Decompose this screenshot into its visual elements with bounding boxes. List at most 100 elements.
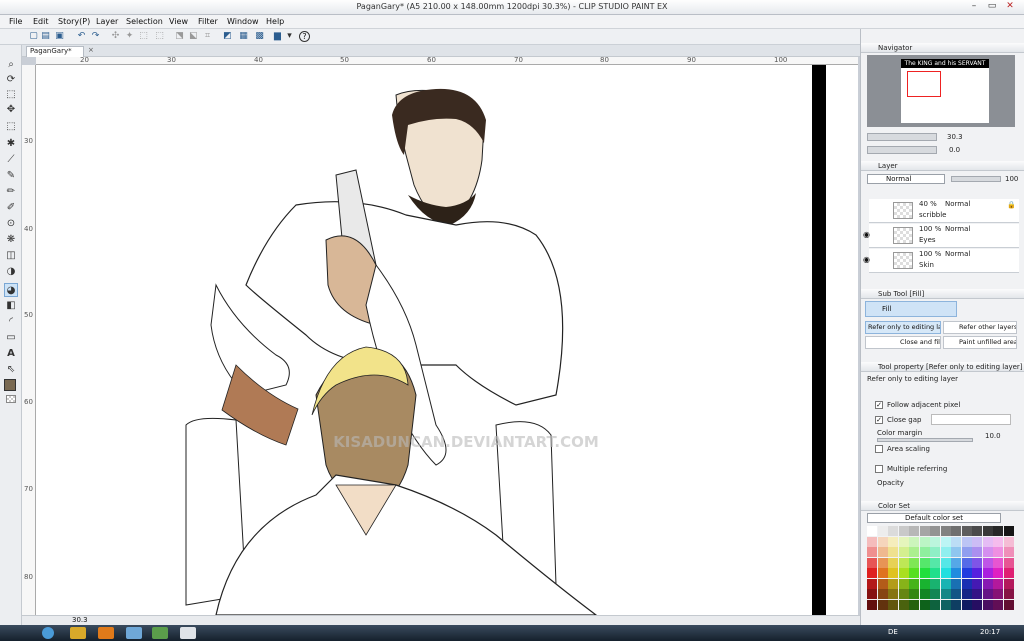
navigator-header[interactable]: Navigator	[861, 43, 1024, 53]
zoom-slider[interactable]	[867, 133, 937, 141]
subtool-item[interactable]: Refer other layers	[943, 321, 1017, 334]
color-swatch[interactable]	[867, 589, 877, 599]
color-swatch[interactable]	[961, 536, 972, 547]
color-swatch[interactable]	[940, 589, 951, 599]
color-swatch[interactable]	[1003, 568, 1014, 578]
color-swatch[interactable]	[993, 568, 1003, 578]
auto-select-icon[interactable]: ✱	[4, 137, 18, 151]
chevron-down-icon[interactable]: ▾	[284, 31, 295, 42]
airbrush-icon[interactable]: ⊙	[4, 217, 18, 231]
scale-icon[interactable]: ⬚	[154, 31, 165, 42]
color-swatch[interactable]	[909, 589, 919, 599]
color-swatch[interactable]	[888, 557, 898, 568]
color-swatch[interactable]	[898, 578, 909, 589]
navigator-zoom-value[interactable]: 30.3	[947, 133, 963, 141]
menu-help[interactable]: Help	[266, 16, 284, 28]
color-swatch[interactable]	[982, 589, 993, 599]
color-swatch[interactable]	[982, 568, 993, 578]
color-swatch[interactable]	[867, 568, 877, 578]
new-file-icon[interactable]: ▢	[28, 31, 39, 42]
color-swatch[interactable]	[909, 599, 919, 610]
color-margin-slider[interactable]	[877, 438, 973, 442]
color-swatch[interactable]	[877, 526, 888, 536]
color-swatch[interactable]	[867, 557, 877, 568]
color-swatch[interactable]	[982, 599, 993, 610]
color-swatch[interactable]	[993, 536, 1003, 547]
color-swatch[interactable]	[961, 589, 972, 599]
color-swatch[interactable]	[951, 589, 961, 599]
color-swatch[interactable]	[951, 547, 961, 557]
operation-tool-icon[interactable]: ⇖	[4, 363, 18, 377]
crop-icon[interactable]: ⌗	[202, 31, 213, 42]
color-swatch[interactable]	[982, 578, 993, 589]
color-swatch[interactable]	[867, 599, 877, 610]
undo-icon[interactable]: ↶	[76, 31, 87, 42]
subtool-item[interactable]: Paint unfilled area	[943, 336, 1017, 349]
figure-tool-icon[interactable]: ◜	[4, 315, 18, 329]
color-swatch[interactable]	[972, 557, 982, 568]
close-gap-checkbox[interactable]: ✓	[875, 416, 883, 424]
tool-property-header[interactable]: Tool property [Refer only to editing lay…	[861, 362, 1024, 372]
eraser-icon[interactable]: ◫	[4, 249, 18, 263]
layer-row[interactable]: ◉ 100 % Normal Eyes	[863, 224, 1019, 248]
color-swatch[interactable]	[919, 547, 930, 557]
color-swatch[interactable]	[972, 568, 982, 578]
color-swatch[interactable]	[972, 547, 982, 557]
redo-icon[interactable]: ↷	[90, 31, 101, 42]
color-swatch[interactable]	[877, 547, 888, 557]
color-swatch[interactable]	[909, 557, 919, 568]
color-swatch[interactable]	[888, 568, 898, 578]
layer-opacity-slider[interactable]	[951, 176, 1001, 182]
color-swatch[interactable]	[951, 578, 961, 589]
media-taskbar-icon[interactable]	[98, 627, 114, 639]
color-swatch[interactable]	[951, 526, 961, 536]
menu-file[interactable]: File	[9, 16, 22, 28]
color-swatch[interactable]	[909, 536, 919, 547]
transparent-color-icon[interactable]	[6, 395, 16, 403]
open-file-icon[interactable]: ▤	[40, 31, 51, 42]
move-layer-icon[interactable]: ✥	[4, 103, 18, 117]
color-swatch[interactable]	[930, 526, 940, 536]
color-swatch[interactable]	[982, 536, 993, 547]
pen-tool-icon[interactable]: ✎	[4, 169, 18, 183]
rotation-slider[interactable]	[867, 146, 937, 154]
rotate-tool-icon[interactable]: ⟳	[4, 73, 18, 87]
color-swatch[interactable]	[951, 568, 961, 578]
menu-window[interactable]: Window	[227, 16, 259, 28]
color-swatch[interactable]	[940, 599, 951, 610]
follow-adjacent-checkbox[interactable]: ✓	[875, 401, 883, 409]
color-swatch[interactable]	[930, 578, 940, 589]
color-swatch[interactable]	[888, 599, 898, 610]
layer-row[interactable]: ◉ 100 % Normal Skin	[863, 249, 1019, 273]
menu-story[interactable]: Story(P)	[58, 16, 90, 28]
color-swatch[interactable]	[961, 568, 972, 578]
color-swatch[interactable]	[972, 589, 982, 599]
color-swatch[interactable]	[940, 568, 951, 578]
color-swatch[interactable]	[919, 599, 930, 610]
menu-edit[interactable]: Edit	[33, 16, 49, 28]
help-icon[interactable]: ?	[299, 31, 310, 42]
start-button-icon[interactable]	[42, 627, 54, 639]
color-swatch[interactable]	[919, 557, 930, 568]
navigator-rotation-value[interactable]: 0.0	[949, 146, 960, 154]
area-scaling-checkbox[interactable]	[875, 445, 883, 453]
color-swatch[interactable]	[909, 526, 919, 536]
color-swatch[interactable]	[1003, 526, 1014, 536]
color-swatch[interactable]	[898, 568, 909, 578]
color-swatch[interactable]	[972, 536, 982, 547]
color-swatch[interactable]	[898, 557, 909, 568]
color-swatch[interactable]	[940, 557, 951, 568]
color-swatch[interactable]	[1003, 589, 1014, 599]
color-swatch[interactable]	[888, 536, 898, 547]
color-swatch[interactable]	[867, 547, 877, 557]
color-swatch[interactable]	[867, 526, 877, 536]
color-swatch[interactable]	[940, 526, 951, 536]
zoom-readout[interactable]: 30.3	[72, 616, 88, 624]
color-swatch[interactable]	[961, 557, 972, 568]
color-swatch[interactable]	[877, 557, 888, 568]
blend-mode-select[interactable]: Normal	[867, 174, 945, 184]
color-swatch[interactable]	[877, 589, 888, 599]
color-swatch[interactable]	[898, 599, 909, 610]
color-swatch[interactable]	[877, 536, 888, 547]
color-swatch[interactable]	[898, 589, 909, 599]
